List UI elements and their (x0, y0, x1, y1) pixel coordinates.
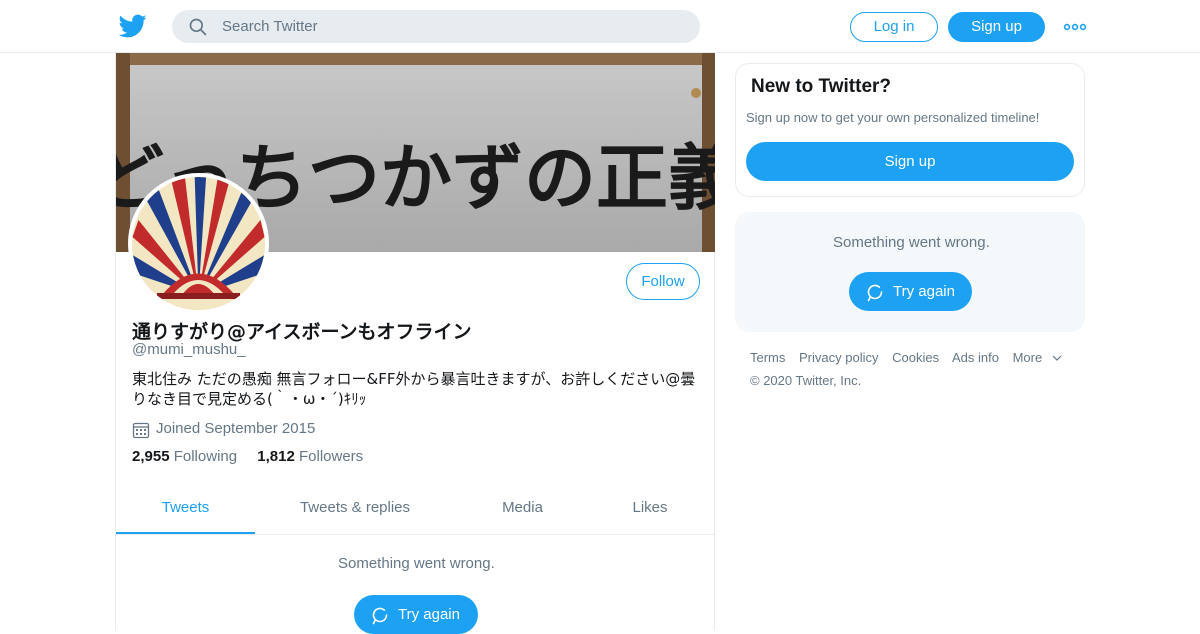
follow-button[interactable]: Follow (626, 263, 700, 300)
sidebar-error-message: Something went wrong. (833, 234, 990, 251)
followers-label: Followers (298, 448, 364, 465)
follow-stats: 2,955 Following 1,812 Followers (132, 448, 379, 465)
new-to-twitter-title: New to Twitter? (751, 76, 892, 97)
join-date-text: Joined September 2015 (156, 419, 316, 437)
sidebar-try-again-label: Try again (893, 283, 955, 300)
followers-link[interactable]: 1,812 Followers (257, 448, 363, 465)
chevron-down-icon (1052, 355, 1062, 361)
footer-link-privacy[interactable]: Privacy policy (799, 350, 878, 365)
followers-count: 1,812 (257, 448, 295, 465)
more-dots-icon[interactable] (1063, 22, 1087, 32)
footer-link-ads-info[interactable]: Ads info (952, 350, 999, 365)
footer-links: Terms Privacy policy Cookies Ads info Mo… (750, 350, 1072, 365)
signup-button[interactable]: Sign up (948, 12, 1045, 42)
search-icon (189, 18, 207, 36)
timeline-try-again-button[interactable]: Try again (354, 595, 478, 634)
sidebar-signup-button[interactable]: Sign up (746, 142, 1074, 181)
search-input[interactable] (222, 10, 682, 43)
footer-link-terms[interactable]: Terms (750, 350, 785, 365)
footer-link-more[interactable]: More (1013, 350, 1063, 365)
sidebar-try-again-button[interactable]: Try again (849, 272, 972, 311)
profile-tabs: Tweets Tweets & replies Media Likes (116, 485, 715, 535)
tab-tweets-and-replies[interactable]: Tweets & replies (255, 485, 455, 534)
login-button[interactable]: Log in (850, 12, 938, 42)
footer: Terms Privacy policy Cookies Ads info Mo… (750, 350, 1072, 388)
search-box[interactable] (172, 10, 700, 43)
profile-bio: 東北住み ただの愚痴 無言フォロー&FF外から暴言吐きますが、お許しください@曇… (132, 370, 696, 408)
timeline-error-message: Something went wrong. (338, 555, 495, 572)
calendar-icon (132, 422, 150, 439)
refresh-icon (372, 607, 388, 624)
footer-more-label: More (1012, 350, 1043, 365)
new-to-twitter-card: New to Twitter? Sign up now to get your … (735, 63, 1085, 197)
following-count: 2,955 (132, 448, 170, 465)
sidebar-error-card: Something went wrong. Try again (735, 212, 1085, 332)
tab-likes[interactable]: Likes (590, 485, 710, 534)
footer-link-cookies[interactable]: Cookies (892, 350, 939, 365)
avatar[interactable] (128, 173, 269, 314)
following-link[interactable]: 2,955 Following (132, 448, 241, 465)
profile-column: どっちつかずの正義 Follow 通りすがり@アイスボーンもオフライン @mum… (115, 53, 715, 634)
user-handle[interactable]: @mumi_mushu_ (132, 341, 246, 358)
copyright: © 2020 Twitter, Inc. (750, 373, 862, 388)
twitter-logo-icon[interactable] (118, 12, 148, 40)
refresh-icon (867, 284, 883, 301)
display-name: 通りすがり@アイスボーンもオフライン (132, 321, 472, 343)
avatar-image (132, 177, 265, 310)
tab-tweets[interactable]: Tweets (116, 485, 255, 534)
following-label: Following (173, 448, 238, 465)
top-navigation-bar: Log in Sign up (0, 0, 1200, 53)
tab-media[interactable]: Media (455, 485, 590, 534)
new-to-twitter-subtitle: Sign up now to get your own personalized… (746, 110, 1040, 125)
timeline-try-again-label: Try again (398, 606, 460, 623)
join-date: Joined September 2015 (132, 417, 315, 439)
